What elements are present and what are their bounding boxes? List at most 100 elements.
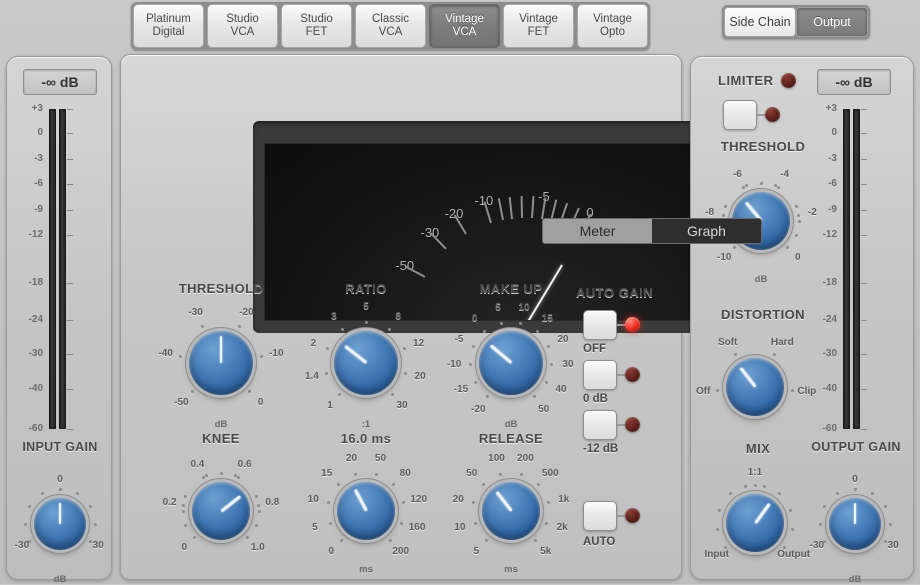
knob-unit-label: dB	[799, 574, 911, 585]
display-mode-toggle[interactable]: Meter Graph	[542, 218, 762, 244]
limiter-button-led	[765, 107, 780, 122]
knob-body[interactable]	[337, 482, 395, 540]
knob-scale-dot	[403, 347, 406, 350]
model-tab-studio-fet[interactable]: StudioFET	[281, 4, 352, 48]
knob-scale-dot	[41, 492, 44, 495]
meter-scale-label: -24	[15, 314, 43, 325]
knob-scale-label: Soft	[712, 337, 744, 348]
meter-tick	[861, 159, 867, 160]
knob-scale-label: -8	[694, 207, 726, 218]
knob-scale-dot	[182, 504, 185, 507]
model-tab-platinum-digital[interactable]: PlatinumDigital	[133, 4, 204, 48]
release-knob[interactable]: RELEASE51020501002005001k2k5kms	[441, 431, 581, 571]
view-toggle-group[interactable]: Side Chain Output	[722, 5, 870, 39]
knob-title: 16.0 ms	[296, 431, 436, 446]
output-gain-label: OUTPUT GAIN	[801, 440, 911, 454]
knob-scale-label: -30	[6, 540, 38, 551]
knob-pointer	[854, 503, 857, 524]
knob-body[interactable]	[189, 331, 253, 395]
ratio-knob[interactable]: RATIO11.42358122030:1	[296, 281, 436, 421]
knob-scale-label: 20	[442, 494, 474, 505]
output-level-meter: +30-3-6-9-12-18-24-30-40-60	[809, 103, 901, 435]
knob-scale-dot	[392, 483, 395, 486]
knob-scale-dot	[246, 536, 249, 539]
auto-gain-led--12-db	[625, 417, 640, 432]
knob-scale-label: 0	[168, 542, 200, 553]
auto-gain-option-label: OFF	[583, 343, 606, 355]
knob-pointer	[59, 503, 62, 524]
knob-scale-dot	[884, 540, 887, 543]
knob-scale-label: 160	[401, 522, 433, 533]
knob-scale-dot	[76, 492, 79, 495]
model-tab-group[interactable]: PlatinumDigitalStudioVCAStudioFETClassic…	[131, 2, 650, 50]
knob-scale-dot	[354, 473, 357, 476]
model-tab-line1: Vintage	[519, 13, 558, 26]
knob-scale-dot	[716, 389, 719, 392]
knob-scale-label: 0	[839, 474, 871, 485]
model-tab-vintage-vca[interactable]: VintageVCA	[429, 4, 500, 48]
knob-body[interactable]	[726, 358, 784, 416]
meter-scale-label: -30	[15, 348, 43, 359]
model-tab-vintage-fet[interactable]: VintageFET	[503, 4, 574, 48]
knob-scale-dot	[797, 214, 800, 217]
meter-scale-label: -6	[15, 178, 43, 189]
input-gain-knob[interactable]: -30030dB	[10, 462, 110, 572]
knob-scale-label: 0	[245, 397, 277, 408]
limiter-enable-button[interactable]	[723, 100, 757, 130]
limiter-status-led	[781, 73, 796, 88]
knob-scale-label: 80	[389, 468, 421, 479]
knob-unit-label: :1	[296, 419, 436, 430]
output-meter-readout: -∞ dB	[817, 69, 891, 95]
knob-body[interactable]	[334, 331, 398, 395]
knob-scale-dot	[884, 505, 887, 508]
knob-scale-dot	[791, 528, 794, 531]
auto-button-led	[625, 508, 640, 523]
attack-knob[interactable]: 16.0 ms051015205080120160200ms	[296, 431, 436, 571]
knob-scale-dot	[536, 330, 539, 333]
model-tab-vintage-opto[interactable]: VintageOpto	[577, 4, 648, 48]
knob-scale-label: -10	[260, 348, 292, 359]
auto-gain-button-off[interactable]	[583, 310, 617, 340]
knee-knob[interactable]: KNEE00.20.40.60.81.0	[151, 431, 291, 571]
knob-scale-label: -10	[708, 252, 740, 263]
input-panel: -∞ dB +30-3-6-9-12-18-24-30-40-60 INPUT …	[6, 56, 112, 580]
model-tab-line2: Digital	[153, 26, 185, 39]
tab-output[interactable]: Output	[796, 7, 868, 37]
knob-scale-label: 200	[509, 453, 541, 464]
knob-title: MAKE UP	[441, 281, 581, 296]
makeup-knob[interactable]: MAKE UP-20-15-10-505101520304050dB	[441, 281, 581, 421]
knob-scale-dot	[789, 509, 792, 512]
knob-body[interactable]	[829, 498, 881, 550]
knob-title: KNEE	[151, 431, 291, 446]
tab-side-chain[interactable]: Side Chain	[724, 7, 796, 37]
auto-button[interactable]	[583, 501, 617, 531]
knob-scale-label: 5k	[530, 546, 562, 557]
knob-body[interactable]	[726, 494, 784, 552]
model-tab-studio-vca[interactable]: StudioVCA	[207, 4, 278, 48]
knob-title: THRESHOLD	[151, 281, 291, 296]
knob-scale-dot	[258, 510, 261, 513]
knob-pointer	[220, 336, 223, 363]
knob-body[interactable]	[482, 482, 540, 540]
knob-scale-label: 10	[508, 302, 540, 313]
auto-gain-button--12-db[interactable]	[583, 410, 617, 440]
output-gain-knob[interactable]: -30030dB	[799, 462, 911, 572]
knob-body[interactable]	[479, 331, 543, 395]
threshold-knob[interactable]: THRESHOLD-50-40-30-20-100dB	[151, 281, 291, 421]
knob-pointer	[754, 503, 770, 524]
auto-gain-button-0-db[interactable]	[583, 360, 617, 390]
model-tab-classic-vca[interactable]: ClassicVCA	[355, 4, 426, 48]
knob-scale-dot	[485, 539, 488, 542]
model-tab-line2: VCA	[379, 26, 403, 39]
knob-body[interactable]	[192, 482, 250, 540]
vu-tick	[509, 197, 513, 219]
tab-meter[interactable]: Meter	[543, 219, 652, 243]
tab-graph[interactable]: Graph	[652, 219, 761, 243]
meter-scale-label: -18	[809, 277, 837, 288]
meter-scale-label: 0	[15, 127, 43, 138]
model-tab-line1: Vintage	[445, 13, 484, 26]
knob-body[interactable]	[34, 498, 86, 550]
knob-scale-dot	[474, 381, 477, 384]
knob-scale-dot	[341, 328, 344, 331]
meter-bar-left	[49, 109, 56, 429]
